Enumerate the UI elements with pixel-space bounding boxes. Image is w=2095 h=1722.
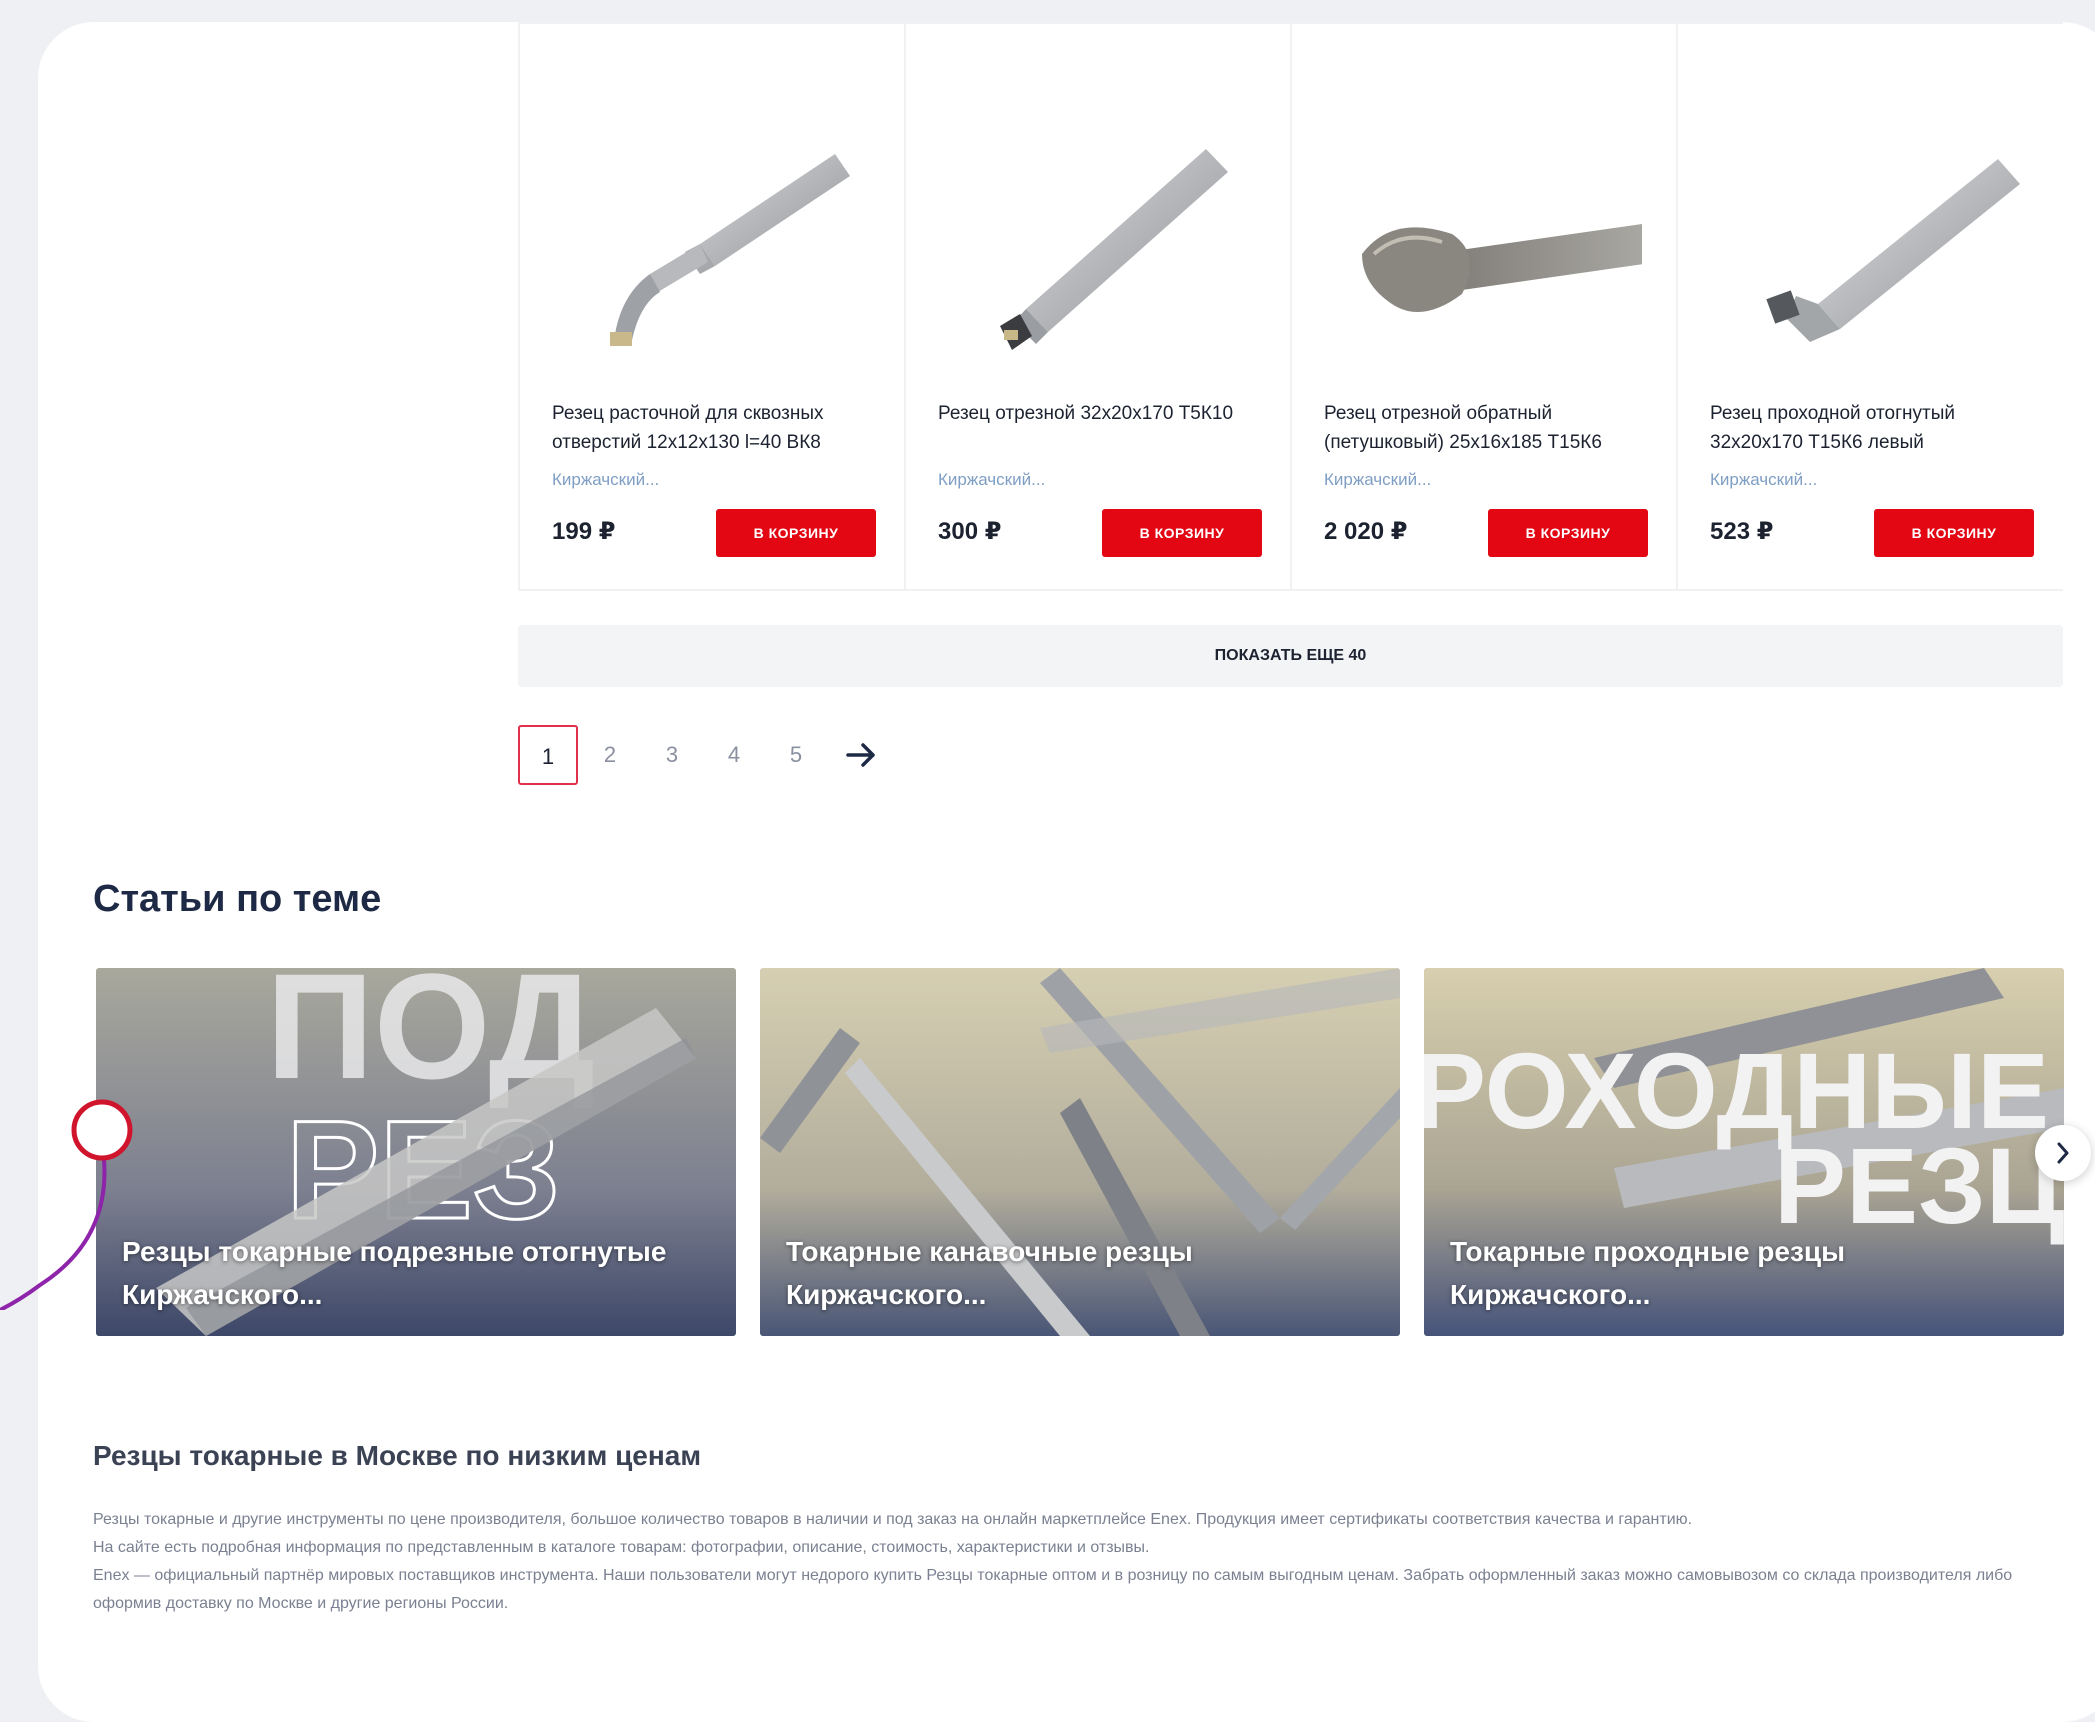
arrow-right-icon[interactable] bbox=[843, 737, 879, 773]
product-card[interactable]: Резец расточной для сквозных отверстий 1… bbox=[518, 24, 904, 589]
product-price: 300 ₽ bbox=[938, 518, 1002, 545]
page-link-5[interactable]: 5 bbox=[766, 725, 826, 785]
seo-heading: Резцы токарные в Москве по низким ценам bbox=[93, 1440, 702, 1471]
product-brand[interactable]: Киржачский... bbox=[552, 470, 659, 490]
product-card[interactable]: Резец отрезной 32х20х170 Т5К10 Киржачски… bbox=[904, 24, 1290, 589]
product-title[interactable]: Резец расточной для сквозных отверстий 1… bbox=[552, 399, 882, 457]
page-link-2[interactable]: 2 bbox=[580, 725, 640, 785]
chevron-right-icon[interactable] bbox=[2035, 1125, 2091, 1181]
product-card[interactable]: Резец отрезной обратный (петушковый) 25х… bbox=[1290, 24, 1676, 589]
cutoff-tool-image[interactable] bbox=[936, 104, 1256, 384]
article-caption[interactable]: Резцы токарные подрезные отогнутые Киржа… bbox=[122, 1230, 682, 1316]
product-brand[interactable]: Киржачский... bbox=[938, 470, 1045, 490]
seo-paragraph: Резцы токарные и другие инструменты по ц… bbox=[93, 1511, 1693, 1528]
product-price: 523 ₽ bbox=[1710, 518, 1774, 545]
product-grid: Резец расточной для сквозных отверстий 1… bbox=[518, 22, 2063, 591]
seo-text: Резцы токарные и другие инструменты по ц… bbox=[93, 1506, 2063, 1618]
article-caption[interactable]: Токарные канавочные резцы Киржачского... bbox=[786, 1230, 1346, 1316]
article-card[interactable]: РОХОДНЫЕ РЕЗЦ Токарные проходные резцы К… bbox=[1424, 968, 2064, 1336]
page-link-4[interactable]: 4 bbox=[704, 725, 764, 785]
add-to-cart-button[interactable]: В КОРЗИНУ bbox=[1874, 509, 2034, 557]
reverse-cutoff-tool-image[interactable] bbox=[1322, 104, 1642, 384]
articles-heading: Статьи по теме bbox=[93, 878, 382, 920]
product-brand[interactable]: Киржачский... bbox=[1710, 470, 1817, 490]
annotation-marker-icon bbox=[0, 1099, 133, 1310]
page-link-1[interactable]: 1 bbox=[518, 725, 578, 785]
svg-text:РЕЗЦ: РЕЗЦ bbox=[1774, 1125, 2064, 1246]
product-price: 199 ₽ bbox=[552, 518, 616, 545]
seo-paragraph: Enex — официальный партнёр мировых поста… bbox=[93, 1567, 2013, 1612]
product-title[interactable]: Резец проходной отогнутый 32х20х170 Т15К… bbox=[1710, 399, 2040, 457]
page-link-3[interactable]: 3 bbox=[642, 725, 702, 785]
bent-turning-tool-image[interactable] bbox=[1708, 104, 2028, 384]
product-card[interactable]: Резец проходной отогнутый 32х20х170 Т15К… bbox=[1676, 24, 2062, 589]
article-caption[interactable]: Токарные проходные резцы Киржачского... bbox=[1450, 1230, 2010, 1316]
product-title[interactable]: Резец отрезной обратный (петушковый) 25х… bbox=[1324, 399, 1654, 457]
add-to-cart-button[interactable]: В КОРЗИНУ bbox=[716, 509, 876, 557]
article-card[interactable]: ПОД РЕЗ Резцы токарные подрезные отогнут… bbox=[96, 968, 736, 1336]
product-title[interactable]: Резец отрезной 32х20х170 Т5К10 bbox=[938, 399, 1268, 428]
product-price: 2 020 ₽ bbox=[1324, 518, 1408, 545]
add-to-cart-button[interactable]: В КОРЗИНУ bbox=[1488, 509, 1648, 557]
seo-paragraph: На сайте есть подробная информация по пр… bbox=[93, 1539, 1150, 1556]
add-to-cart-button[interactable]: В КОРЗИНУ bbox=[1102, 509, 1262, 557]
product-brand[interactable]: Киржачский... bbox=[1324, 470, 1431, 490]
article-card[interactable]: Токарные канавочные резцы Киржачского... bbox=[760, 968, 1400, 1336]
show-more-button[interactable]: ПОКАЗАТЬ ЕЩЕ 40 bbox=[518, 625, 2063, 687]
boring-tool-image[interactable] bbox=[550, 104, 870, 384]
